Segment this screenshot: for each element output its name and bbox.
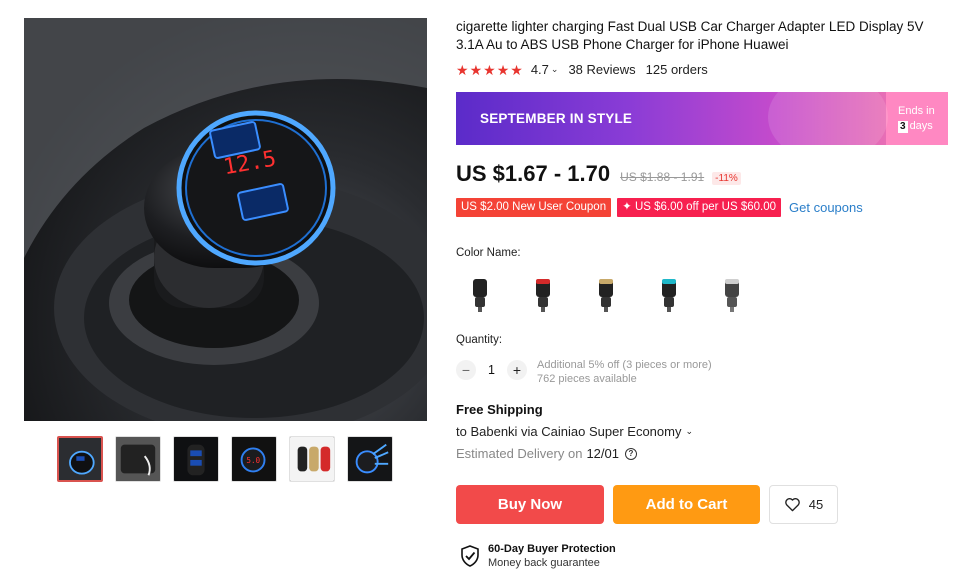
thumbnail-5[interactable] — [289, 436, 335, 482]
product-title: cigarette lighter charging Fast Dual USB… — [456, 19, 924, 52]
thumbnail-1[interactable] — [57, 436, 103, 482]
promo-days-label: days — [909, 120, 933, 132]
charger-icon — [535, 279, 550, 312]
new-user-coupon[interactable]: US $2.00 New User Coupon — [456, 198, 612, 217]
quantity-input[interactable]: 1 — [476, 358, 507, 382]
color-options — [456, 272, 755, 318]
discount-badge: -11% — [712, 172, 741, 185]
buyer-protection: 60-Day Buyer Protection Money back guara… — [460, 542, 616, 570]
quantity-label: Quantity: — [456, 334, 503, 346]
color-option-blue[interactable] — [645, 272, 692, 318]
promo-countdown: Ends in 3 days — [886, 92, 948, 145]
protection-subtitle: Money back guarantee — [488, 557, 600, 569]
delivery-date: 12/01 — [586, 446, 619, 461]
store-coupon-label: US $6.00 off per US $60.00 — [634, 201, 777, 213]
chevron-down-icon[interactable]: ⌄ — [551, 64, 559, 75]
svg-text:5.0: 5.0 — [246, 456, 260, 465]
bulk-discount-note: Additional 5% off (3 pieces or more) — [537, 359, 712, 371]
current-price: US $1.67 - 1.70 — [456, 161, 611, 186]
price-row: US $1.67 - 1.70 US $1.88 - 1.91 -11% — [456, 161, 741, 187]
quantity-stepper: − 1 + Additional 5% off (3 pieces or mor… — [456, 358, 712, 386]
quantity-minus-button[interactable]: − — [456, 360, 476, 380]
original-price: US $1.88 - 1.91 — [620, 170, 705, 184]
get-coupons-link[interactable]: Get coupons — [789, 200, 863, 215]
promo-banner[interactable]: SEPTEMBER IN STYLE Ends in 3 days — [456, 92, 948, 145]
charger-icon — [724, 279, 739, 312]
promo-ends-label: Ends in — [898, 105, 935, 117]
star-icon: ★ — [483, 61, 496, 78]
chevron-down-icon: ⌄ — [685, 426, 694, 436]
charger-icon — [472, 279, 487, 312]
help-icon[interactable]: ? — [625, 447, 637, 460]
quantity-plus-button[interactable]: + — [507, 360, 527, 380]
rating-value[interactable]: 4.7 — [531, 62, 549, 77]
star-icon: ★ — [456, 61, 469, 78]
color-option-gold[interactable] — [582, 272, 629, 318]
promo-title: SEPTEMBER IN STYLE — [480, 111, 633, 126]
store-coupon[interactable]: ✦ US $6.00 off per US $60.00 — [617, 198, 782, 217]
shipping-destination: to Babenki via Cainiao Super Economy — [456, 424, 682, 439]
main-product-image[interactable]: 12.5 — [24, 18, 427, 421]
quantity-info: Additional 5% off (3 pieces or more) 762… — [537, 358, 712, 386]
heart-icon — [784, 498, 800, 512]
shipping-title: Free Shipping — [456, 402, 543, 417]
color-label: Color Name: — [456, 247, 521, 259]
shield-check-icon — [461, 545, 479, 567]
star-icon: ★ — [469, 61, 483, 78]
protection-title: 60-Day Buyer Protection — [488, 543, 616, 555]
shipping-method-selector[interactable]: to Babenki via Cainiao Super Economy ⌄ — [456, 424, 693, 439]
charger-icon — [661, 279, 676, 312]
star-icon: ★ — [510, 61, 523, 78]
estimated-delivery: Estimated Delivery on 12/01 ? — [456, 446, 637, 461]
thumbnail-strip: 5.0 — [57, 436, 393, 482]
buy-now-button[interactable]: Buy Now — [456, 485, 604, 524]
coupon-row: US $2.00 New User Coupon ✦ US $6.00 off … — [456, 198, 863, 217]
color-option-black[interactable] — [456, 272, 503, 318]
thumbnail-2[interactable] — [115, 436, 161, 482]
star-rating: ★ ★ ★ ★ ★ — [456, 63, 523, 77]
color-option-silver[interactable] — [708, 272, 755, 318]
orders-count: 125 orders — [645, 62, 708, 77]
stock-available: 762 pieces available — [537, 373, 637, 385]
star-icon: ★ — [496, 61, 510, 78]
charger-icon — [598, 279, 613, 312]
promo-days-number: 3 — [898, 121, 908, 133]
thumbnail-3[interactable] — [173, 436, 219, 482]
rating-row: ★ ★ ★ ★ ★ 4.7 ⌄ 38 Reviews 125 orders — [456, 62, 708, 77]
thumbnail-6[interactable] — [347, 436, 393, 482]
delivery-label: Estimated Delivery on — [456, 446, 583, 461]
color-option-red[interactable] — [519, 272, 566, 318]
wishlist-button[interactable]: 45 — [769, 485, 838, 524]
wishlist-count: 45 — [808, 497, 824, 512]
reviews-link[interactable]: 38 Reviews — [568, 62, 635, 77]
car-charger-illustration: 12.5 — [24, 18, 427, 421]
plus-icon: ✦ — [622, 201, 635, 213]
add-to-cart-button[interactable]: Add to Cart — [613, 485, 760, 524]
thumbnail-4[interactable]: 5.0 — [231, 436, 277, 482]
